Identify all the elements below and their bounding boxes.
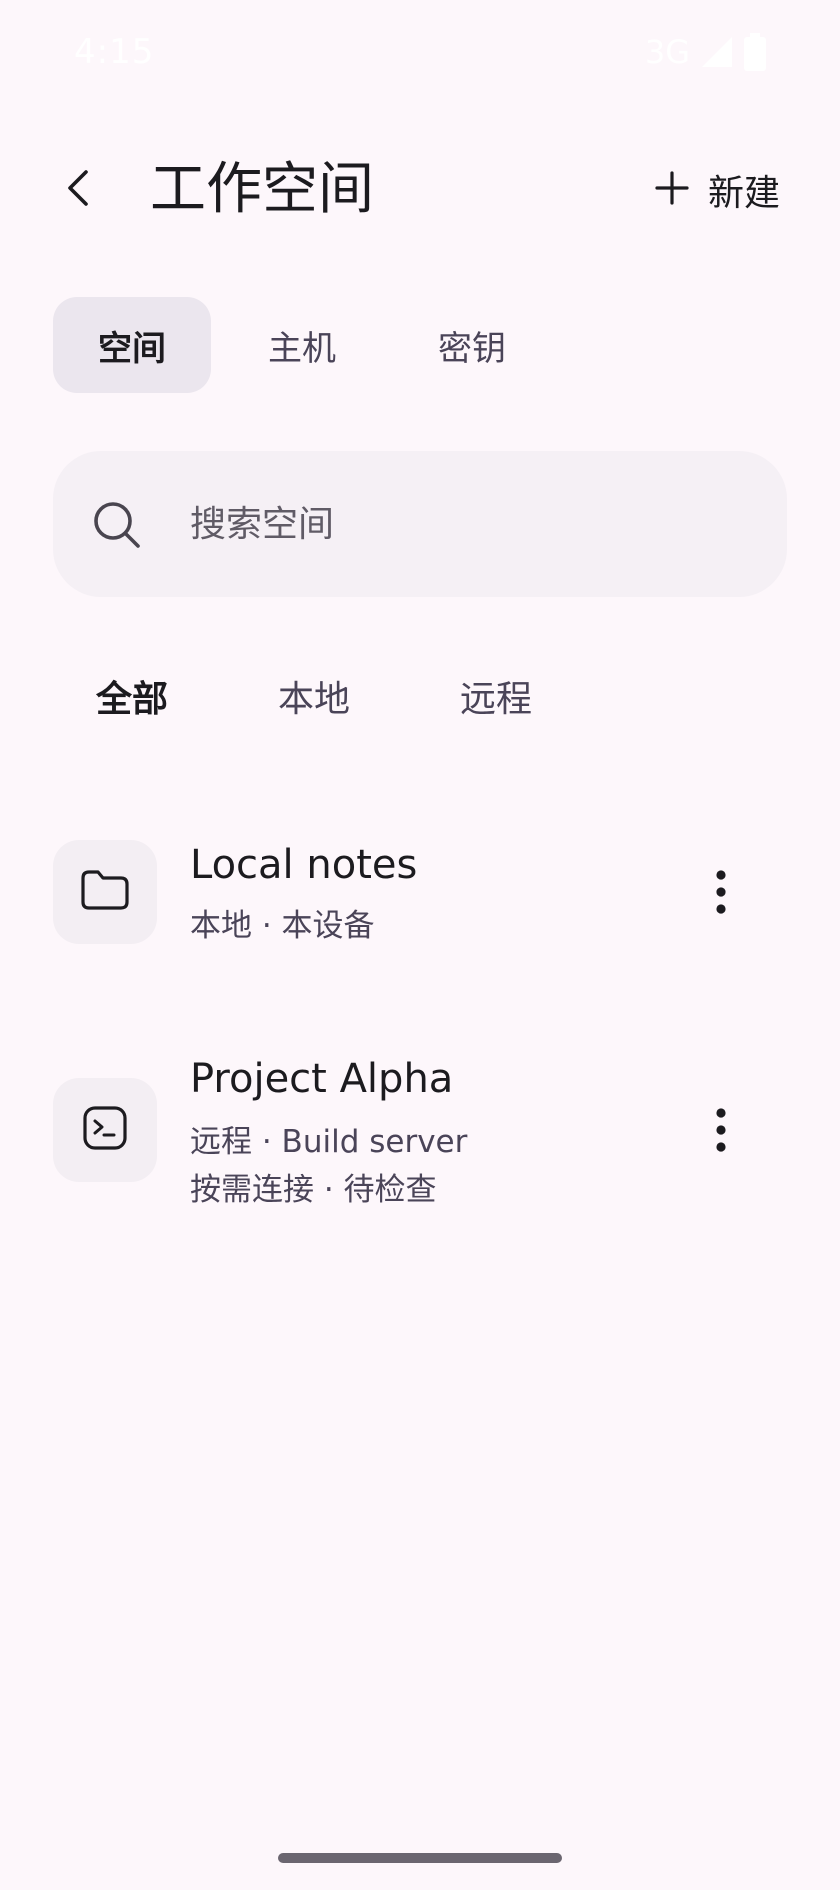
workspace-subtitle: 远程 · Build server <box>190 1124 468 1160</box>
workspace-subtitle: 本地 · 本设备 <box>190 908 375 944</box>
new-workspace-button[interactable]: 新建 <box>654 162 780 218</box>
status-bar: 4:15 3G <box>0 0 840 100</box>
tab-hosts[interactable]: 主机 <box>223 297 381 393</box>
workspace-icon-box <box>53 840 157 944</box>
battery-icon <box>744 33 766 71</box>
workspace-icon-box <box>53 1078 157 1182</box>
more-vert-icon <box>714 1107 728 1157</box>
search-bar <box>53 451 787 597</box>
plus-icon <box>654 170 690 210</box>
status-time: 4:15 <box>74 32 155 72</box>
back-button[interactable] <box>44 154 116 226</box>
arrow-back-icon <box>60 168 100 212</box>
terminal-icon <box>82 1105 128 1155</box>
home-indicator[interactable] <box>278 1853 562 1863</box>
workspace-title: Project Alpha <box>190 1056 454 1102</box>
more-options-button[interactable] <box>685 858 757 930</box>
filter-remote[interactable]: 远程 <box>460 670 532 722</box>
folder-icon <box>80 868 130 916</box>
network-type: 3G <box>644 33 690 71</box>
more-options-button[interactable] <box>685 1096 757 1168</box>
signal-icon <box>700 35 734 69</box>
filter-all[interactable]: 全部 <box>96 670 168 722</box>
tab-spaces[interactable]: 空间 <box>53 297 211 393</box>
filter-local[interactable]: 本地 <box>278 670 350 722</box>
status-icons: 3G <box>645 32 766 72</box>
workspace-title: Local notes <box>190 842 418 888</box>
workspace-item-project-alpha[interactable]: Project Alpha 远程 · Build server 按需连接 · 待… <box>53 1054 787 1214</box>
top-app-bar: 工作空间 新建 <box>0 140 840 240</box>
page-title: 工作空间 <box>150 157 374 222</box>
tab-keys[interactable]: 密钥 <box>393 297 551 393</box>
filter-bar: 全部 本地 远程 <box>96 668 642 724</box>
workspace-item-local-notes[interactable]: Local notes 本地 · 本设备 <box>53 840 787 960</box>
workspaces-screen: 4:15 3G 工作空间 新建 空间 主机 密钥 搜索空间 全部 本地 远程 L… <box>0 0 840 1890</box>
section-tabs: 空间 主机 密钥 <box>53 297 551 393</box>
more-vert-icon <box>714 869 728 919</box>
workspace-detail: 按需连接 · 待检查 <box>190 1172 437 1208</box>
search-icon <box>91 499 143 551</box>
new-button-label: 新建 <box>707 173 780 214</box>
search-input[interactable] <box>190 491 730 557</box>
